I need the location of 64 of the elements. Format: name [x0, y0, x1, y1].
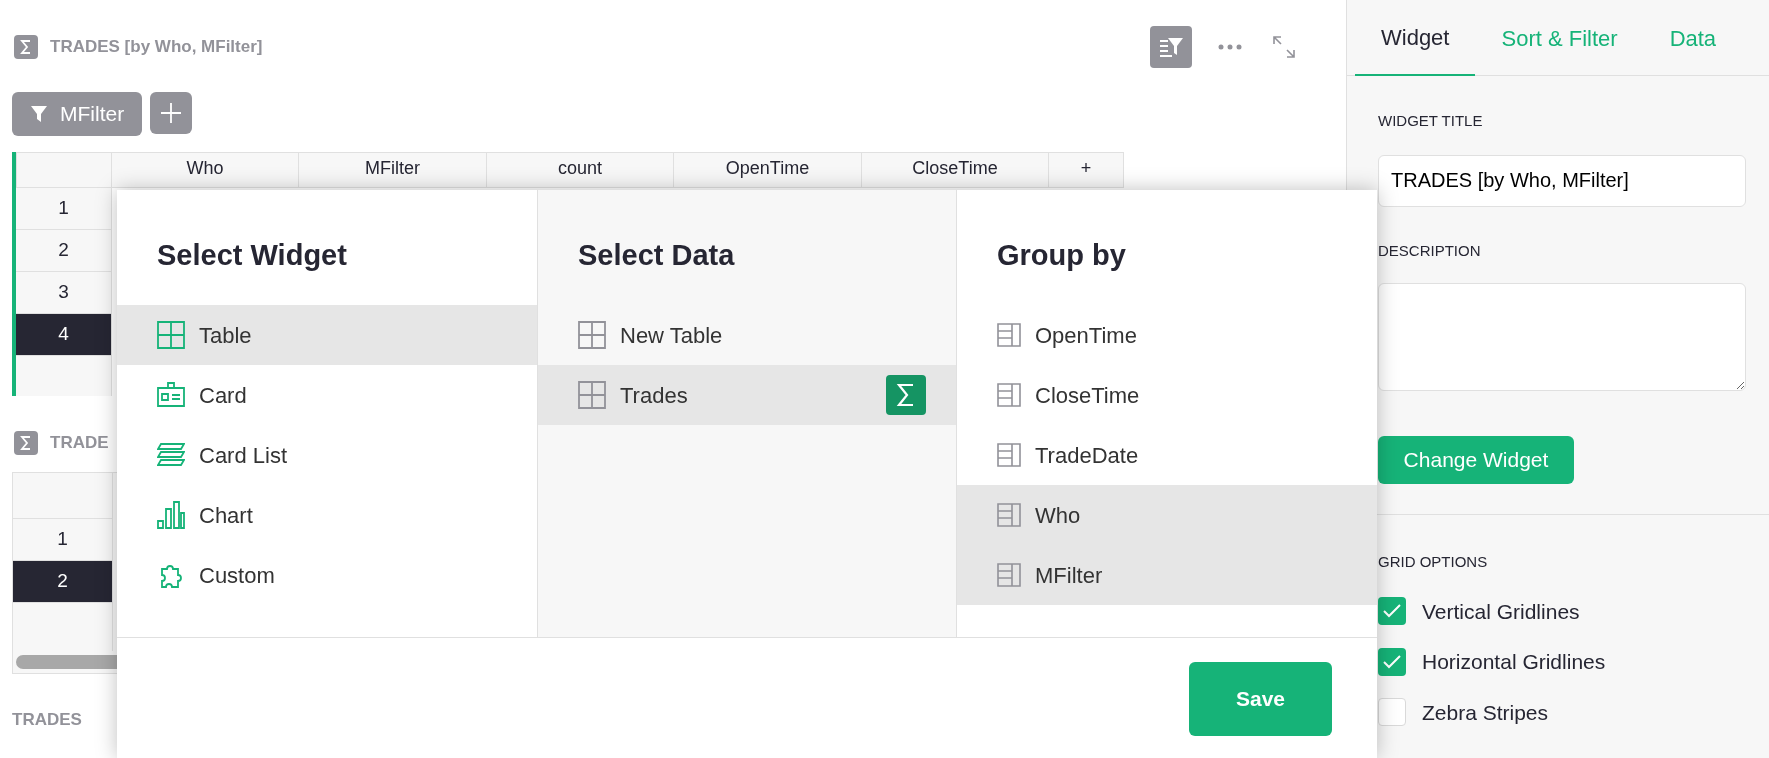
row-number[interactable]: 3: [16, 272, 112, 314]
column-header[interactable]: +: [1049, 152, 1124, 188]
option-label: Zebra Stripes: [1422, 699, 1549, 726]
sigma-icon: [14, 35, 38, 59]
more-icon[interactable]: [1218, 44, 1242, 50]
row-number[interactable]: 2: [13, 561, 113, 603]
column-header[interactable]: CloseTime: [862, 152, 1049, 188]
column-heading: Group by: [997, 238, 1126, 270]
field-label: DESCRIPTION: [1378, 240, 1482, 261]
widget-title: TRADES [by Who, MFilter]: [50, 36, 263, 59]
table-icon: [578, 321, 606, 349]
option-label: Horizontal Gridlines: [1422, 649, 1606, 675]
list-item[interactable]: Chart: [117, 485, 537, 545]
row-number[interactable]: 2: [16, 230, 112, 272]
sigma-icon: [14, 431, 38, 455]
column-heading: Select Widget: [157, 238, 347, 270]
list-item[interactable]: MFilter: [957, 545, 1377, 605]
check-icon: [1383, 654, 1401, 669]
bar-chart-icon: [157, 501, 185, 529]
column-header[interactable]: Who: [112, 152, 299, 188]
field-label: WIDGET TITLE: [1378, 111, 1484, 131]
list-item[interactable]: OpenTime: [957, 305, 1377, 365]
card-icon: [157, 381, 185, 409]
description-field[interactable]: [1378, 283, 1746, 391]
column-header[interactable]: count: [487, 152, 674, 188]
sort-filter-button[interactable]: [1150, 26, 1192, 68]
check-icon: [1383, 604, 1401, 619]
row-number[interactable]: 1: [16, 188, 112, 230]
table-icon: [578, 381, 606, 409]
list-item[interactable]: Table: [117, 305, 537, 365]
widget-title: TRADES: [12, 710, 82, 729]
list-item[interactable]: Card: [117, 365, 537, 425]
column-icon: [997, 443, 1021, 467]
list-item[interactable]: CloseTime: [957, 365, 1377, 425]
checkbox[interactable]: [1378, 698, 1406, 727]
sort-filter-icon: [1158, 35, 1184, 59]
funnel-icon: [30, 105, 48, 123]
list-item[interactable]: New Table: [538, 305, 956, 365]
card-list-icon: [157, 441, 185, 469]
column-icon: [997, 563, 1021, 587]
plus-icon: [160, 102, 183, 124]
table-icon: [157, 321, 185, 349]
checkbox[interactable]: [1378, 647, 1406, 676]
list-item[interactable]: Who: [957, 485, 1377, 545]
column-heading: Select Data: [578, 238, 735, 270]
expand-icon[interactable]: [1272, 35, 1296, 59]
column-icon: [997, 323, 1021, 347]
option-label: Vertical Gridlines: [1422, 598, 1580, 625]
checkbox[interactable]: [1378, 597, 1406, 626]
list-item[interactable]: TradeDate: [957, 425, 1377, 485]
row-number[interactable]: 4: [16, 314, 112, 356]
list-item[interactable]: Card List: [117, 425, 537, 485]
column-icon: [997, 503, 1021, 527]
title-input[interactable]: TRADES [by Who, MFilter]: [1378, 154, 1746, 207]
add-filter-button[interactable]: [150, 92, 193, 134]
list-item[interactable]: Trades: [538, 365, 956, 425]
row-number[interactable]: 1: [13, 519, 113, 561]
column-header[interactable]: OpenTime: [674, 152, 862, 188]
column-icon: [997, 383, 1021, 407]
widget-title: TRADE: [50, 432, 109, 455]
column-header[interactable]: MFilter: [299, 152, 487, 188]
section-label: GRID OPTIONS: [1378, 552, 1489, 572]
tab[interactable]: Widget: [1355, 0, 1476, 76]
list-item[interactable]: Custom: [117, 545, 537, 605]
